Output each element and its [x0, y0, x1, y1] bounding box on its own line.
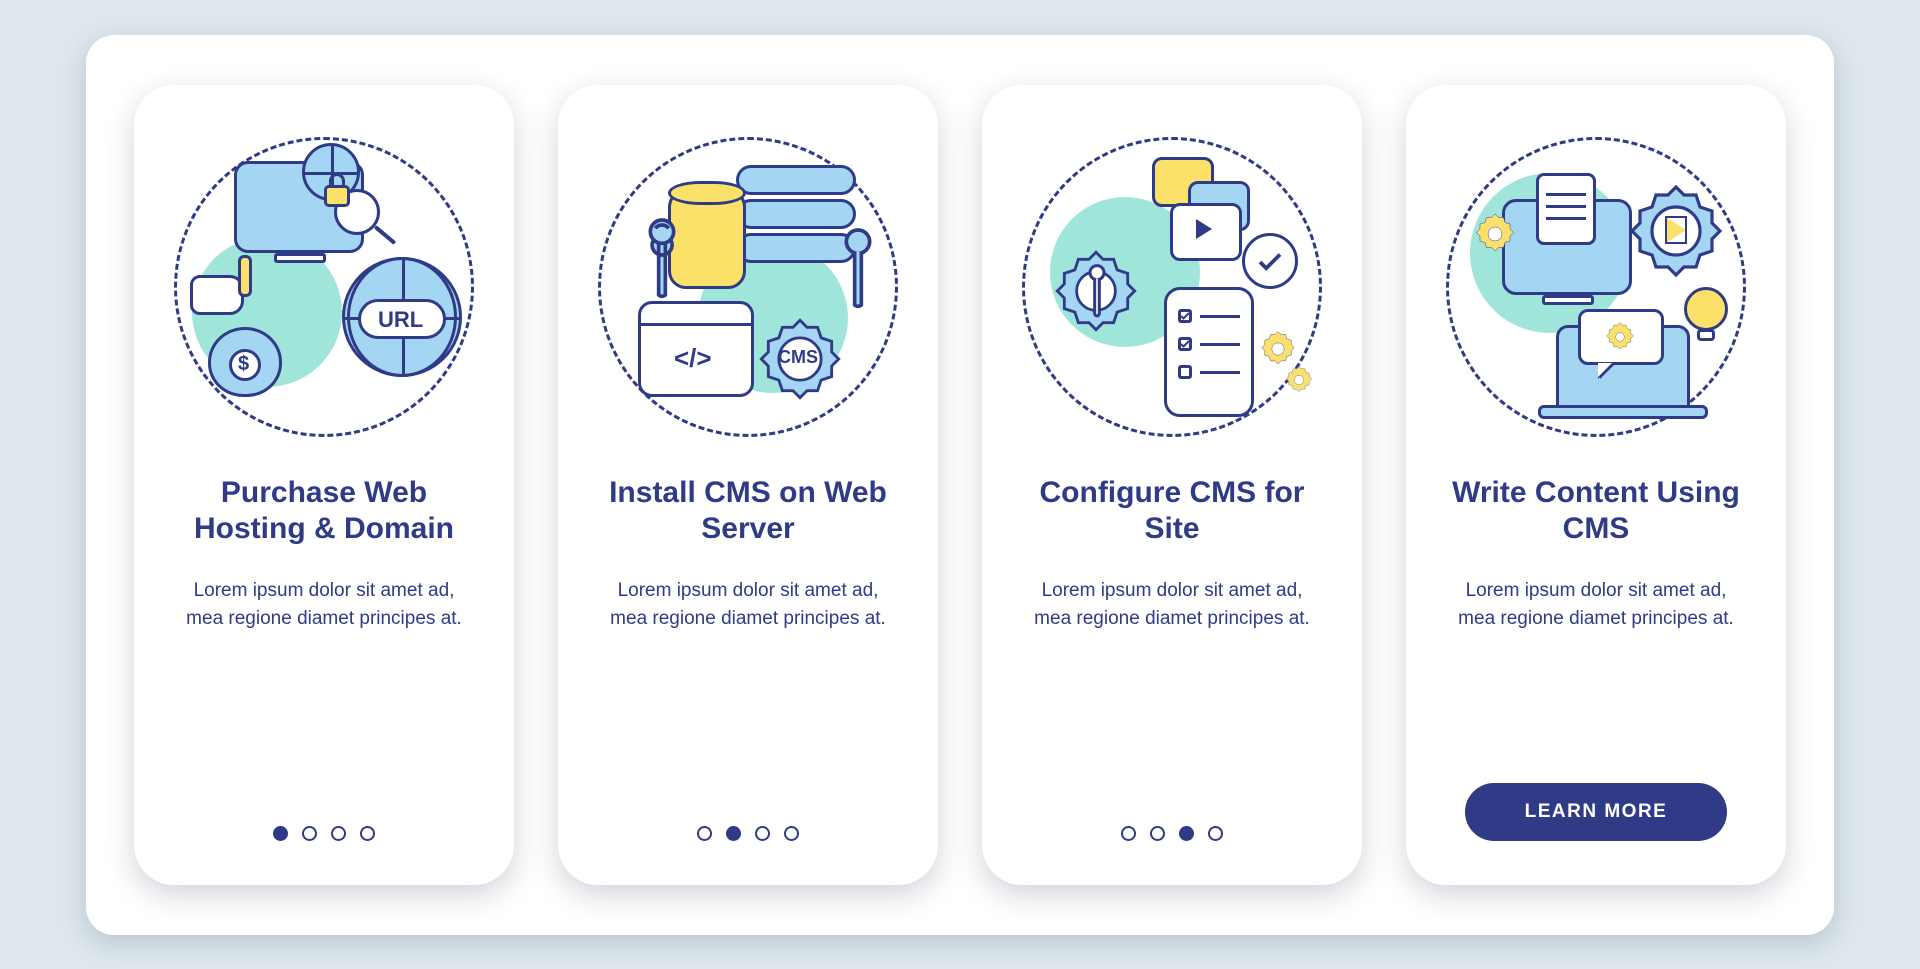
pagination-dots: [273, 826, 375, 841]
cms-gear-label: CMS: [778, 347, 818, 368]
write-content-cms-icon: [1446, 137, 1746, 437]
dot-1[interactable]: [273, 826, 288, 841]
learn-more-button[interactable]: LEARN MORE: [1465, 783, 1728, 841]
card-desc: Lorem ipsum dolor sit amet ad, mea regio…: [1022, 577, 1322, 634]
dot-4[interactable]: [784, 826, 799, 841]
onboarding-card: Configure CMS for Site Lorem ipsum dolor…: [982, 85, 1362, 885]
card-title: Configure CMS for Site: [1016, 473, 1328, 549]
money-symbol-label: $: [238, 353, 249, 376]
card-title: Install CMS on Web Server: [592, 473, 904, 549]
card-desc: Lorem ipsum dolor sit amet ad, mea regio…: [174, 577, 474, 634]
dot-2[interactable]: [726, 826, 741, 841]
card-desc: Lorem ipsum dolor sit amet ad, mea regio…: [598, 577, 898, 634]
dot-2[interactable]: [1150, 826, 1165, 841]
purchase-hosting-domain-icon: URL $: [174, 137, 474, 437]
install-cms-server-icon: </> CMS: [598, 137, 898, 437]
onboarding-stage: URL $ Purchase Web Hosting & Domain Lore…: [86, 35, 1834, 935]
dot-2[interactable]: [302, 826, 317, 841]
onboarding-card: URL $ Purchase Web Hosting & Domain Lore…: [134, 85, 514, 885]
dot-3[interactable]: [755, 826, 770, 841]
onboarding-card: Write Content Using CMS Lorem ipsum dolo…: [1406, 85, 1786, 885]
configure-cms-site-icon: [1022, 137, 1322, 437]
pagination-dots: [697, 826, 799, 841]
dot-3[interactable]: [1179, 826, 1194, 841]
url-tag-label: URL: [378, 307, 423, 333]
dot-1[interactable]: [1121, 826, 1136, 841]
dot-3[interactable]: [331, 826, 346, 841]
dot-4[interactable]: [1208, 826, 1223, 841]
code-brackets-label: </>: [674, 343, 712, 374]
dot-4[interactable]: [360, 826, 375, 841]
onboarding-card: </> CMS Install CMS on Web Server Lorem …: [558, 85, 938, 885]
card-title: Write Content Using CMS: [1440, 473, 1752, 549]
pagination-dots: [1121, 826, 1223, 841]
dot-1[interactable]: [697, 826, 712, 841]
card-title: Purchase Web Hosting & Domain: [168, 473, 480, 549]
card-desc: Lorem ipsum dolor sit amet ad, mea regio…: [1446, 577, 1746, 634]
